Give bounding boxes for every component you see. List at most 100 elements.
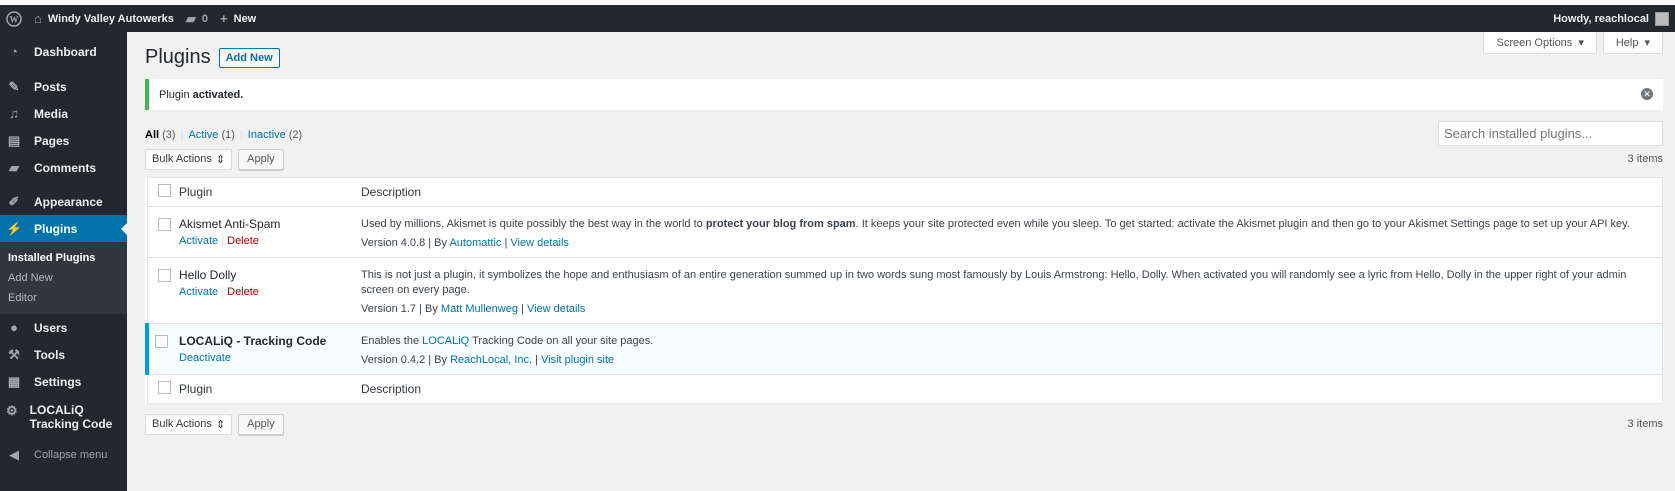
plugin-description: Enables the LOCALiQ Tracking Code on all… [361, 334, 1662, 349]
menu-localiq-tracking-code[interactable]: ⚙ LOCALiQ Tracking Code [0, 399, 127, 441]
filter-active[interactable]: Active (1) [188, 129, 234, 141]
menu-dashboard[interactable]: ◔ Dashboard [0, 38, 127, 65]
action-separator: | [221, 286, 225, 298]
filter-separator: | [239, 129, 243, 141]
bulk-actions-select[interactable]: Bulk Actions ⇕ [145, 148, 233, 170]
filter-inactive[interactable]: Inactive (2) [248, 129, 302, 141]
main-content: Screen Options ▾ Help ▾ Plugins Add New Pl… [145, 32, 1663, 436]
wrench-icon: ⚒ [8, 346, 20, 362]
row-checkbox[interactable] [157, 218, 171, 231]
my-account-link[interactable]: Howdy, reachlocal [1547, 5, 1675, 32]
visit-plugin-site-link[interactable]: Visit plugin site [541, 354, 614, 366]
column-header-description: Description [361, 177, 1663, 207]
row-actions: Deactivate [179, 352, 361, 364]
row-actions: Activate | Delete [179, 235, 361, 247]
dismiss-notice-icon[interactable]: ✕ [1641, 88, 1653, 100]
media-icon: ♫ [9, 106, 19, 121]
bulk-actions-label: Bulk Actions [152, 418, 212, 430]
desc-bold: protect your blog from spam [705, 218, 856, 230]
view-details-link[interactable]: View details [510, 237, 569, 249]
screen-options-button[interactable]: Screen Options ▾ [1483, 32, 1597, 54]
menu-plugins[interactable]: ⚡ Plugins [0, 215, 127, 242]
new-content-link[interactable]: + New [214, 5, 262, 32]
plugins-submenu: Installed Plugins Add New Editor [0, 242, 127, 314]
plugin-description-cell: Used by millions, Akismet is quite possi… [361, 206, 1663, 258]
activate-link[interactable]: Activate [179, 235, 218, 247]
search-plugins-input[interactable] [1438, 121, 1663, 146]
column-footer-plugin[interactable]: Plugin [179, 374, 361, 404]
menu-label: Dashboard [34, 44, 97, 59]
menu-label: Plugins [34, 221, 78, 236]
menu-settings[interactable]: ▦ Settings [0, 368, 127, 395]
menu-appearance[interactable]: ✐ Appearance [0, 188, 127, 215]
plus-icon: + [220, 11, 228, 26]
menu-label: Comments [34, 160, 97, 175]
bulk-actions-label: Bulk Actions [152, 153, 212, 165]
menu-tools[interactable]: ⚒ Tools [0, 341, 127, 368]
localiq-link[interactable]: LOCALiQ [422, 335, 469, 347]
author-link[interactable]: ReachLocal, Inc. [450, 354, 532, 366]
select-arrows-icon: ⇕ [215, 153, 226, 166]
collapse-menu-button[interactable]: ◀ Collapse menu [0, 441, 127, 468]
delete-link[interactable]: Delete [227, 235, 259, 247]
apply-button[interactable]: Apply [238, 413, 284, 435]
desc-text: Used by millions, Akismet is quite possi… [361, 218, 706, 230]
help-button[interactable]: Help ▾ [1602, 32, 1663, 54]
row-checkbox-cell [147, 257, 179, 324]
column-header-plugin[interactable]: Plugin [179, 177, 361, 207]
menu-label: Pages [34, 133, 70, 148]
row-checkbox-cell [145, 323, 179, 375]
plugin-name-cell: Hello Dolly Activate | Delete [179, 257, 361, 324]
comments-link[interactable]: ▰ 0 [180, 5, 214, 32]
row-checkbox-cell [147, 206, 179, 258]
avatar [1655, 11, 1669, 26]
separator: | [535, 354, 538, 366]
row-checkbox[interactable] [155, 335, 168, 348]
admin-sidebar: ◔ Dashboard ✎ Posts ♫ Media ▤ Pages ▰ Comment… [0, 32, 127, 491]
menu-media[interactable]: ♫ Media [0, 100, 127, 127]
filter-inactive-label: Inactive [247, 129, 286, 141]
caret-down-icon: ▾ [1644, 37, 1650, 49]
plugin-name-cell: Akismet Anti-Spam Activate | Delete [179, 206, 361, 258]
settings-icon: ▦ [7, 373, 21, 389]
deactivate-link[interactable]: Deactivate [179, 352, 231, 364]
apply-button[interactable]: Apply [238, 148, 284, 170]
tablenav-top: Bulk Actions ⇕ Apply 3 items [145, 147, 1663, 171]
view-details-link[interactable]: View details [527, 303, 586, 315]
select-all-cell [147, 177, 179, 207]
comment-icon: ▰ [9, 159, 19, 175]
column-footer-description: Description [361, 374, 1663, 404]
select-arrows-icon: ⇕ [215, 418, 226, 431]
menu-comments[interactable]: ▰ Comments [0, 154, 127, 181]
filter-all-count: (3) [162, 129, 176, 141]
add-new-button[interactable]: Add New [218, 47, 280, 68]
menu-posts[interactable]: ✎ Posts [0, 73, 127, 100]
separator: | [504, 237, 508, 249]
row-checkbox[interactable] [157, 269, 171, 282]
wordpress-logo-icon[interactable]: W [0, 5, 28, 32]
author-link[interactable]: Matt Mullenweg [441, 303, 518, 315]
table-footer-row: Plugin Description [147, 374, 1663, 404]
submenu-editor[interactable]: Editor [0, 288, 127, 308]
author-link[interactable]: Automattic [449, 237, 501, 249]
home-icon: ⌂ [34, 11, 42, 26]
dashboard-icon: ◔ [10, 44, 18, 59]
menu-users[interactable]: ● Users [0, 314, 127, 341]
bulk-actions-select[interactable]: Bulk Actions ⇕ [145, 413, 233, 435]
submenu-add-new[interactable]: Add New [0, 268, 127, 288]
menu-label: Media [34, 106, 69, 121]
select-all-checkbox[interactable] [157, 184, 171, 197]
screen-meta-links: Screen Options ▾ Help ▾ [1483, 32, 1663, 54]
delete-link[interactable]: Delete [227, 286, 259, 298]
desc-text: . It keeps your site protected even whil… [855, 218, 1630, 230]
filter-all[interactable]: All (3) [145, 129, 176, 141]
menu-pages[interactable]: ▤ Pages [0, 127, 127, 154]
screen-options-label: Screen Options [1496, 36, 1573, 49]
plugin-description: Used by millions, Akismet is quite possi… [361, 217, 1662, 232]
activate-link[interactable]: Activate [179, 286, 218, 298]
menu-label: Posts [34, 79, 67, 94]
site-name-link[interactable]: ⌂ Windy Valley Autowerks [28, 5, 180, 32]
plugin-status-filters: All (3) | Active (1) | Inactive (2) [145, 129, 302, 141]
submenu-installed-plugins[interactable]: Installed Plugins [0, 248, 127, 268]
select-all-checkbox[interactable] [157, 381, 171, 394]
